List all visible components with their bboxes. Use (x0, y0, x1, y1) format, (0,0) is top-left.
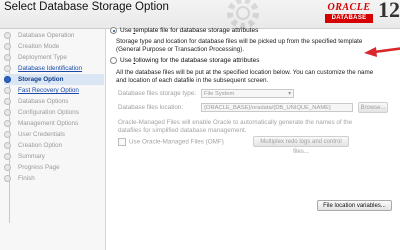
window-header: Select Database Storage Option ORACLE DA… (0, 0, 400, 29)
sidebar-step-database-options: Database Options (4, 96, 104, 107)
file-location-variables-button[interactable]: File location variables... (317, 200, 392, 211)
sidebar-step-label: Database Operation (18, 32, 75, 39)
sidebar-step-fast-recovery-option[interactable]: Fast Recovery Option (4, 85, 104, 96)
sidebar-step-label: Progress Page (18, 164, 60, 171)
step-status-icon (4, 65, 11, 72)
sidebar-step-management-options: Management Options (4, 118, 104, 129)
step-status-icon (4, 153, 11, 160)
sidebar-step-summary: Summary (4, 151, 104, 162)
callout-arrow-icon (364, 47, 400, 57)
step-status-icon (4, 98, 11, 105)
chevron-down-icon: ▾ (288, 91, 291, 97)
custom-storage-radio[interactable] (110, 57, 117, 64)
step-status-icon (4, 43, 11, 50)
sidebar-step-finish: Finish (4, 173, 104, 184)
sidebar-step-label: Creation Mode (18, 43, 60, 50)
step-status-icon (4, 175, 11, 182)
template-storage-label: Use template file for database storage a… (120, 27, 259, 34)
step-status-icon (4, 120, 11, 127)
sidebar-step-label: Creation Option (18, 142, 63, 149)
sidebar-step-creation-option: Creation Option (4, 140, 104, 151)
oracle-logo: ORACLE DATABASE (323, 0, 375, 26)
gear-watermark-icon (227, 0, 259, 29)
sidebar-step-user-credentials: User Credentials (4, 129, 104, 140)
step-status-icon (4, 87, 11, 94)
sidebar-step-label: Database Options (18, 98, 69, 105)
sidebar-step-label: Configuration Options (18, 109, 79, 116)
step-status-icon (4, 32, 11, 39)
sidebar-step-progress-page: Progress Page (4, 162, 104, 173)
template-storage-radio[interactable] (110, 27, 117, 34)
sidebar-step-database-operation: Database Operation (4, 30, 104, 41)
sidebar-step-configuration-options: Configuration Options (4, 107, 104, 118)
sidebar-step-label: Deployment Type (18, 54, 67, 61)
page-title: Select Database Storage Option (4, 1, 169, 13)
step-status-icon (4, 131, 11, 138)
custom-storage-label: Use following for the database storage a… (120, 57, 260, 64)
step-status-icon (4, 164, 11, 171)
storage-type-select[interactable]: File System ▾ (201, 89, 294, 98)
template-storage-description: Storage type and location for database f… (116, 38, 363, 53)
custom-storage-radio-option[interactable]: Use following for the database storage a… (110, 57, 260, 64)
storage-type-label: Database files storage type: (118, 90, 197, 97)
sidebar-step-label: Fast Recovery Option (18, 87, 79, 94)
sidebar-step-creation-mode: Creation Mode (4, 41, 104, 52)
multiplex-redo-logs-button[interactable]: Multiplex redo logs and control files... (253, 136, 349, 155)
browse-button[interactable]: Browse... (358, 102, 388, 113)
step-status-icon (4, 76, 11, 83)
sidebar-step-deployment-type: Deployment Type (4, 52, 104, 63)
step-status-icon (4, 142, 11, 149)
sidebar-step-database-identification[interactable]: Database Identification (4, 63, 104, 74)
sidebar-step-storage-option: Storage Option (4, 74, 104, 85)
sidebar-step-label: Finish (18, 175, 35, 182)
version-badge: 12c (378, 0, 400, 22)
omf-checkbox-option[interactable]: Use Oracle-Managed Files (OMF) (118, 138, 224, 146)
sidebar-step-label: Management Options (18, 120, 79, 127)
omf-checkbox[interactable] (118, 138, 126, 146)
step-status-icon (4, 54, 11, 61)
storage-option-panel: Use template file for database storage a… (106, 27, 400, 250)
sidebar-step-label: Database Identification (18, 65, 83, 72)
files-location-input[interactable]: {ORACLE_BASE}/oradata/{DB_UNIQUE_NAME} (201, 103, 353, 112)
sidebar-step-label: Summary (18, 153, 45, 160)
custom-storage-description: All the database files will be put at th… (116, 69, 374, 84)
sidebar-step-label: User Credentials (18, 131, 65, 138)
wizard-steps-sidebar: Database Operation Creation Mode Deploymen… (0, 29, 106, 250)
template-storage-radio-option[interactable]: Use template file for database storage a… (110, 27, 258, 34)
sidebar-step-label: Storage Option (18, 76, 64, 83)
step-status-icon (4, 109, 11, 116)
omf-note: Oracle-Managed Files will enable Oracle … (118, 119, 353, 134)
files-location-label: Database files location: (118, 104, 184, 111)
